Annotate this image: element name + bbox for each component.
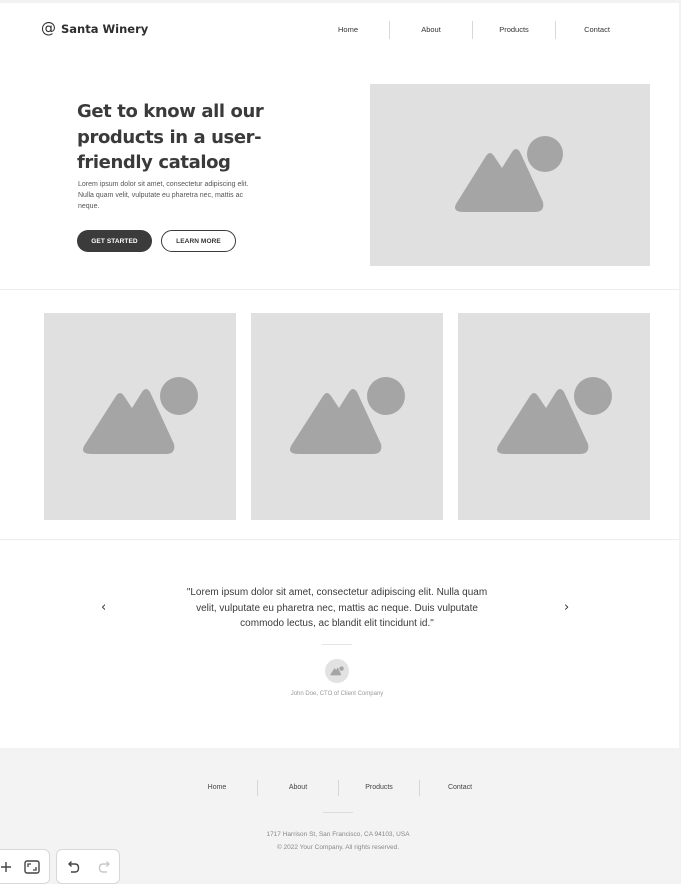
section-divider (0, 539, 679, 540)
testimonial-author: John Doe, CTO of Client Company (290, 691, 384, 697)
page: @ Santa Winery Home About Products Conta… (0, 3, 679, 884)
footer-divider (323, 812, 353, 813)
chevron-right-icon[interactable]: › (564, 600, 569, 616)
image-placeholder-icon (83, 376, 198, 454)
footer-nav-contact[interactable]: Contact (420, 780, 500, 796)
brand-name: Santa Winery (61, 21, 149, 36)
hero-title: Get to know all our products in a user-f… (77, 101, 264, 173)
avatar (325, 659, 349, 683)
redo-icon[interactable] (92, 854, 118, 880)
history-toolbar (56, 849, 120, 884)
learn-more-button[interactable]: LEARN MORE (161, 230, 236, 252)
add-icon[interactable] (0, 854, 19, 880)
footer-copyright: © 2022 Your Company. All rights reserved… (276, 844, 400, 851)
image-placeholder-icon (330, 666, 344, 676)
testimonial-quote: "Lorem ipsum dolor sit amet, consectetur… (186, 587, 488, 629)
footer-info: 1717 Harrison St, San Francisco, CA 9410… (188, 828, 488, 854)
undo-icon[interactable] (60, 854, 86, 880)
image-placeholder-icon (455, 136, 563, 212)
nav-contact[interactable]: Contact (556, 21, 638, 39)
testimonial-divider (322, 644, 352, 645)
footer-nav-home[interactable]: Home (177, 780, 257, 796)
gallery-image (44, 313, 236, 520)
fit-screen-icon[interactable] (19, 854, 45, 880)
gallery-image (251, 313, 443, 520)
hero-image (370, 84, 650, 266)
main-nav: Home About Products Contact (307, 21, 638, 39)
image-placeholder-icon (290, 376, 405, 454)
gallery-image (458, 313, 650, 520)
footer-nav: Home About Products Contact (177, 780, 500, 796)
footer-address: 1717 Harrison St, San Francisco, CA 9410… (266, 831, 410, 838)
site-header: @ Santa Winery Home About Products Conta… (0, 3, 679, 63)
nav-home[interactable]: Home (307, 21, 389, 39)
canvas-toolbar (0, 849, 50, 884)
section-divider (0, 289, 679, 290)
footer-nav-about[interactable]: About (258, 780, 338, 796)
get-started-button[interactable]: GET STARTED (77, 230, 152, 252)
hero-description: Lorem ipsum dolor sit amet, consectetur … (78, 181, 249, 210)
nav-products[interactable]: Products (473, 21, 555, 39)
image-placeholder-icon (497, 376, 612, 454)
chevron-left-icon[interactable]: ‹ (101, 600, 106, 616)
at-logo-icon: @ (41, 19, 56, 37)
nav-about[interactable]: About (390, 21, 472, 39)
brand-logo[interactable]: @ Santa Winery (41, 21, 148, 36)
footer-nav-products[interactable]: Products (339, 780, 419, 796)
